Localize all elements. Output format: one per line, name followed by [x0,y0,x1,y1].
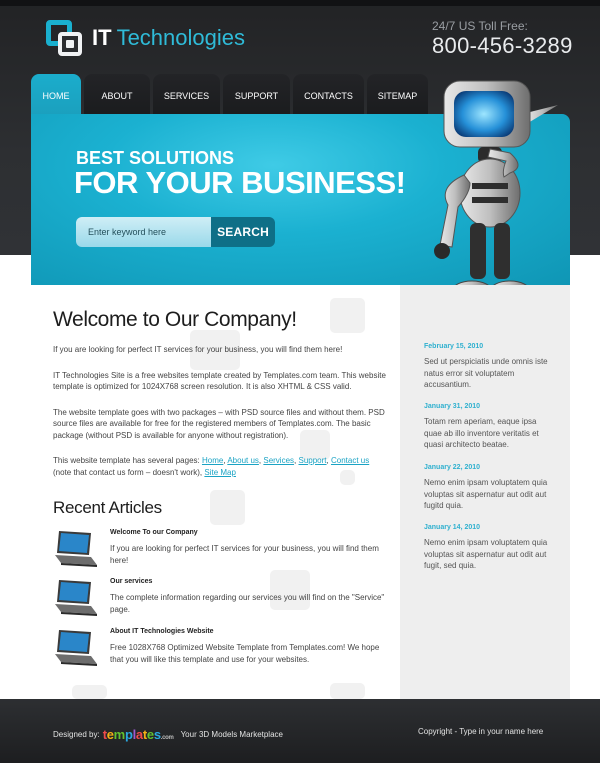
news-date[interactable]: February 15, 2010 [424,343,554,350]
page-title: Welcome to Our Company! [53,308,297,331]
nav-tab-about[interactable]: ABOUT [84,74,150,118]
link-home[interactable]: Home [202,456,223,465]
logo-text: IT Technologies [92,25,245,51]
laptop-icon [55,630,97,666]
news-date[interactable]: January 14, 2010 [424,524,554,531]
footer-credits: Designed by: templates.com Your 3D Model… [53,727,283,742]
about-paragraph: IT Technologies Site is a free websites … [53,370,386,392]
intro-paragraph: If you are looking for perfect IT servic… [53,345,343,354]
link-contact-us[interactable]: Contact us [331,456,369,465]
decor-square [72,685,107,699]
article-item: Welcome To our Company If you are lookin… [53,529,383,575]
decor-square [330,683,365,699]
news-sidebar: February 15, 2010 Sed ut perspiciatis un… [400,285,570,699]
link-support[interactable]: Support [299,456,327,465]
pages-paragraph: This website template has several pages:… [53,456,370,477]
templates-logo[interactable]: templates.com [103,727,178,742]
news-text: Nemo enim ipsam voluptatem quia voluptas… [424,478,548,510]
news-text: Nemo enim ipsam voluptatem quia voluptas… [424,538,548,570]
packages-paragraph: The website template goes with two packa… [53,407,385,440]
main-content: Welcome to Our Company! If you are looki… [53,298,389,478]
site-footer: Designed by: templates.com Your 3D Model… [0,699,600,763]
logo-name: IT [92,25,112,50]
footer-copyright: Copyright - Type in your name here [418,727,544,736]
nav-tab-home[interactable]: HOME [31,74,81,118]
article-text: The complete information regarding our s… [110,593,385,614]
phone-block: 24/7 US Toll Free: 800-456-3289 [432,19,573,59]
logo-mark-icon [46,20,84,56]
nav-tab-services[interactable]: SERVICES [153,74,220,118]
link-site-map[interactable]: Site Map [204,468,236,477]
article-text: If you are looking for perfect IT servic… [110,544,379,565]
article-title[interactable]: Welcome To our Company [110,529,198,536]
footer-tagline[interactable]: Your 3D Models Marketplace [181,730,283,739]
article-title[interactable]: Our services [110,578,152,585]
laptop-icon [55,580,97,616]
hero-heading: FOR YOUR BUSINESS! [74,165,406,200]
main-nav: HOME ABOUT SERVICES SUPPORT CONTACTS SIT… [31,74,431,118]
news-item: January 31, 2010 Totam rem aperiam, eaqu… [424,403,554,451]
link-about-us[interactable]: About us [227,456,259,465]
article-text: Free 1028X768 Optimized Website Template… [110,643,380,664]
news-item: January 22, 2010 Nemo enim ipsam volupta… [424,464,554,512]
nav-tab-support[interactable]: SUPPORT [223,74,290,118]
search-button[interactable]: SEARCH [211,217,275,247]
news-text: Totam rem aperiam, eaque ipsa quae ab il… [424,417,539,449]
robot-mascot-illustration [434,80,558,302]
decor-square [210,490,245,525]
link-services[interactable]: Services [263,456,294,465]
phone-label: 24/7 US Toll Free: [432,19,528,33]
recent-articles-title: Recent Articles [53,498,162,517]
phone-number: 800-456-3289 [432,33,573,58]
article-item: Our services The complete information re… [53,578,385,624]
news-text: Sed ut perspiciatis unde omnis iste natu… [424,357,548,389]
article-title[interactable]: About IT Technologies Website [110,628,214,635]
laptop-icon [55,531,97,567]
news-date[interactable]: January 22, 2010 [424,464,554,471]
pages-prefix: This website template has several pages: [53,456,202,465]
nav-tab-contacts[interactable]: CONTACTS [293,74,364,118]
news-item: January 14, 2010 Nemo enim ipsam volupta… [424,524,554,572]
search-input[interactable] [76,217,212,247]
news-date[interactable]: January 31, 2010 [424,403,554,410]
nav-tab-sitemap[interactable]: SITEMAP [367,74,428,118]
article-item: About IT Technologies Website Free 1028X… [53,628,383,674]
designed-by-label: Designed by: [53,730,100,739]
site-logo[interactable]: IT Technologies [46,18,245,58]
logo-name-accent: Technologies [116,25,245,50]
pages-middle: (note that contact us form – doesn't wor… [53,467,205,477]
news-item: February 15, 2010 Sed ut perspiciatis un… [424,343,554,391]
